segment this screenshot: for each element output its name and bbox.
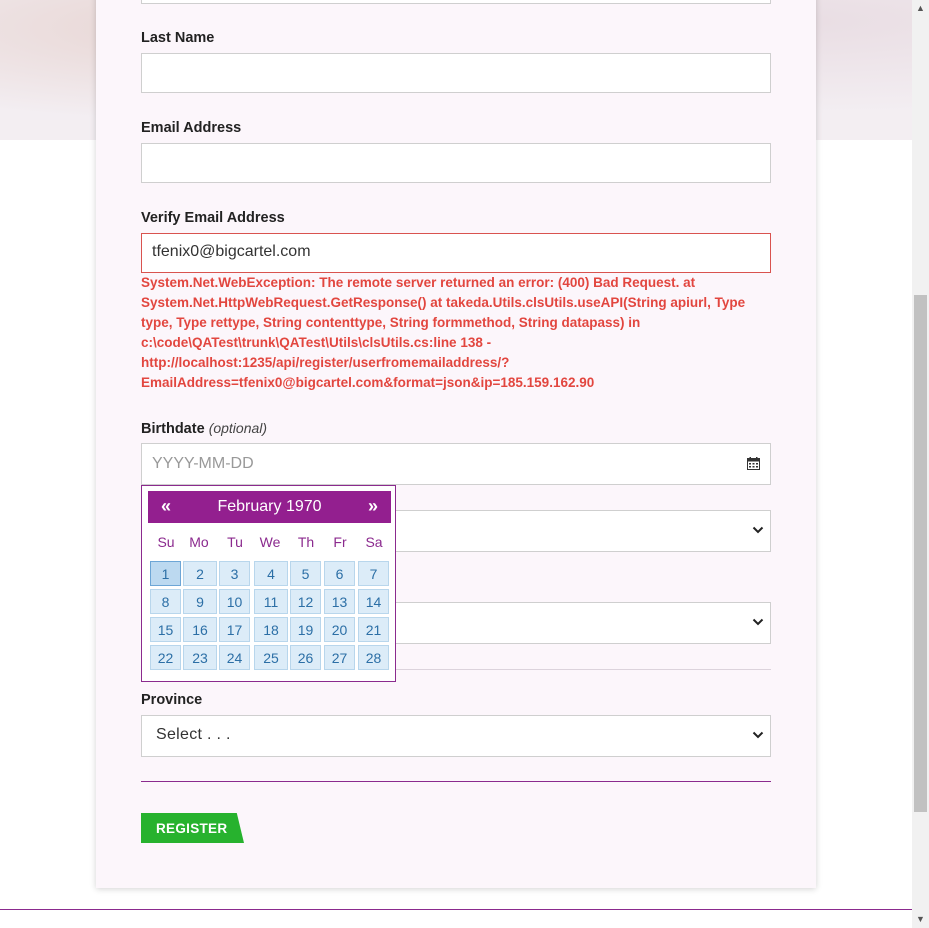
register-button[interactable]: REGISTER: [141, 813, 244, 843]
last-name-label: Last Name: [141, 30, 215, 46]
calendar-day[interactable]: 27: [324, 645, 355, 670]
datepicker-header: « February 1970 »: [148, 491, 391, 523]
chevron-down-icon: [752, 731, 764, 739]
chevron-down-icon: [752, 526, 764, 534]
calendar-day[interactable]: 12: [290, 589, 321, 614]
email-label: Email Address: [141, 120, 242, 136]
weekday-header: Su: [157, 534, 175, 550]
calendar-day[interactable]: 9: [183, 589, 217, 614]
verify-email-value: tfenix0@bigcartel.com: [152, 243, 311, 260]
calendar-day[interactable]: 21: [358, 617, 389, 642]
calendar-day[interactable]: 5: [290, 561, 321, 586]
calendar-day[interactable]: 6: [324, 561, 355, 586]
calendar-day[interactable]: 19: [290, 617, 321, 642]
calendar-day[interactable]: 17: [219, 617, 250, 642]
next-month-button[interactable]: »: [368, 496, 378, 517]
chevron-down-icon: [752, 618, 764, 626]
calendar-day[interactable]: 25: [254, 645, 288, 670]
calendar-day[interactable]: 22: [150, 645, 181, 670]
calendar-day[interactable]: 3: [219, 561, 250, 586]
verify-email-field[interactable]: tfenix0@bigcartel.com: [141, 233, 771, 273]
birthdate-label-text: Birthdate: [141, 421, 205, 437]
calendar-day[interactable]: 13: [324, 589, 355, 614]
footer-divider: [0, 909, 912, 910]
datepicker-title[interactable]: February 1970: [148, 498, 391, 516]
birthdate-label: Birthdate (optional): [141, 420, 267, 437]
calendar-day[interactable]: 16: [183, 617, 217, 642]
calendar-day[interactable]: 10: [219, 589, 250, 614]
calendar-day[interactable]: 14: [358, 589, 389, 614]
calendar-icon[interactable]: [747, 457, 760, 470]
weekday-header: Th: [297, 534, 315, 550]
province-label: Province: [141, 692, 203, 708]
calendar-day[interactable]: 8: [150, 589, 181, 614]
calendar-day[interactable]: 4: [254, 561, 288, 586]
calendar-day[interactable]: 15: [150, 617, 181, 642]
scroll-up-arrow-icon[interactable]: ▲: [912, 0, 929, 17]
calendar-day[interactable]: 26: [290, 645, 321, 670]
first-name-field[interactable]: [141, 0, 771, 4]
verify-email-label: Verify Email Address: [141, 210, 285, 226]
weekday-header: We: [259, 534, 281, 550]
birthdate-field[interactable]: YYYY-MM-DD: [141, 443, 771, 485]
calendar-day[interactable]: 20: [324, 617, 355, 642]
calendar-day[interactable]: 7: [358, 561, 389, 586]
weekday-header: Sa: [365, 534, 383, 550]
calendar-day[interactable]: 18: [254, 617, 288, 642]
calendar-day[interactable]: 28: [358, 645, 389, 670]
calendar-day[interactable]: 2: [183, 561, 217, 586]
weekday-header: Mo: [189, 534, 209, 550]
calendar-day[interactable]: 23: [183, 645, 217, 670]
last-name-field[interactable]: [141, 53, 771, 93]
calendar-day[interactable]: 11: [254, 589, 288, 614]
email-field[interactable]: [141, 143, 771, 183]
province-select[interactable]: Select . . .: [141, 715, 771, 757]
birthdate-placeholder: YYYY-MM-DD: [152, 455, 254, 472]
province-selected: Select . . .: [156, 726, 231, 743]
optional-hint: (optional): [208, 420, 268, 436]
weekday-header: Fr: [333, 534, 347, 550]
form-divider: [141, 781, 771, 782]
scrollbar-thumb[interactable]: [914, 295, 927, 812]
calendar-day[interactable]: 1: [150, 561, 181, 586]
weekday-header: Tu: [227, 534, 243, 550]
scroll-down-arrow-icon[interactable]: ▼: [912, 911, 929, 928]
datepicker: « February 1970 » Su Mo Tu We Th Fr Sa 1 2 3 4 5 6 7 8…: [141, 485, 396, 682]
error-message: System.Net.WebException: The remote serv…: [141, 275, 746, 390]
calendar-day[interactable]: 24: [219, 645, 250, 670]
